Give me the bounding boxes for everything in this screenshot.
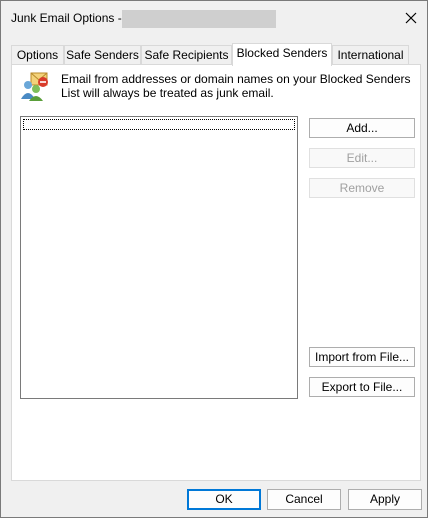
ok-button[interactable]: OK [187, 489, 261, 510]
blocked-senders-list[interactable] [20, 116, 298, 399]
tab-strip: Options Safe Senders Safe Recipients Blo… [11, 43, 421, 66]
window-title: Junk Email Options - [11, 11, 122, 25]
blocked-senders-description: Email from addresses or domain names on … [61, 72, 411, 100]
tab-blocked-senders[interactable]: Blocked Senders [232, 43, 332, 66]
edit-button[interactable]: Edit... [309, 148, 415, 168]
export-to-file-button[interactable]: Export to File... [309, 377, 415, 397]
tab-safe-recipients[interactable]: Safe Recipients [141, 45, 232, 64]
tab-international[interactable]: International [332, 45, 409, 64]
blocked-senders-panel: Email from addresses or domain names on … [11, 64, 421, 481]
list-focus-row[interactable] [23, 119, 295, 130]
apply-button[interactable]: Apply [348, 489, 422, 510]
import-from-file-button[interactable]: Import from File... [309, 347, 415, 367]
tab-options[interactable]: Options [11, 45, 64, 64]
close-icon [405, 12, 417, 24]
redacted-account-name [122, 10, 276, 28]
remove-button[interactable]: Remove [309, 178, 415, 198]
junk-email-options-dialog: Junk Email Options - Options Safe Sender… [0, 0, 428, 518]
cancel-button[interactable]: Cancel [267, 489, 341, 510]
title-bar: Junk Email Options - [1, 1, 427, 35]
add-button[interactable]: Add... [309, 118, 415, 138]
close-button[interactable] [397, 3, 425, 33]
tab-safe-senders[interactable]: Safe Senders [64, 45, 141, 64]
blocked-users-icon [21, 72, 48, 101]
